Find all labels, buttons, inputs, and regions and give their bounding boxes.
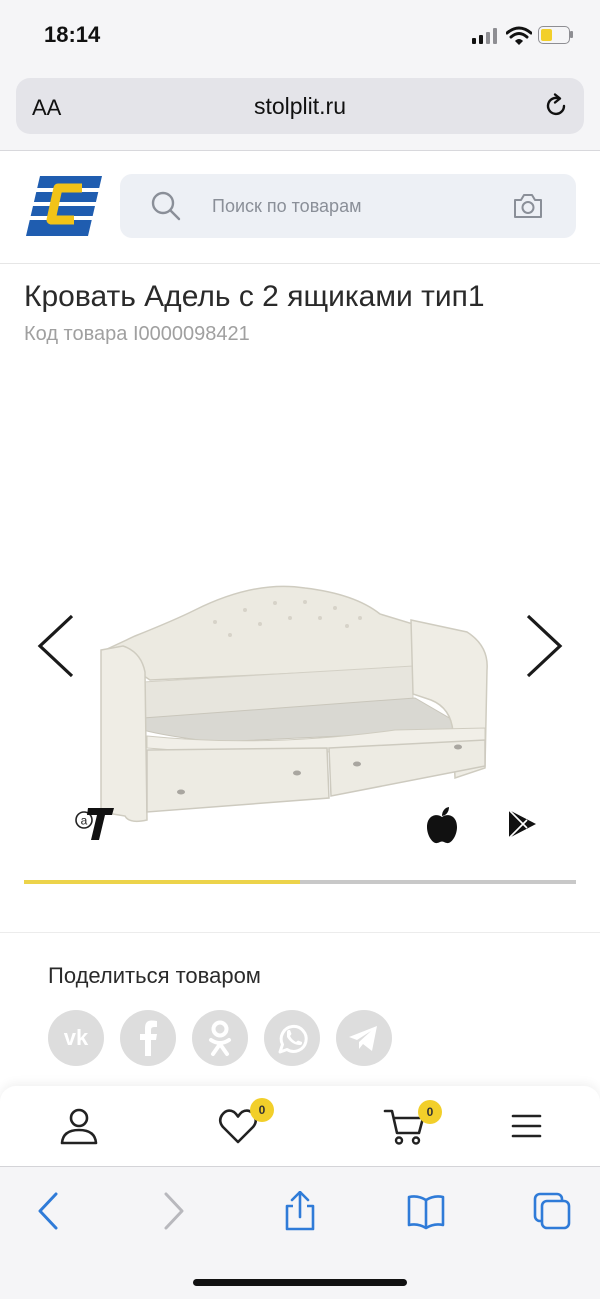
share-icon[interactable] xyxy=(280,1191,320,1231)
brand-logo-icon: a xyxy=(75,808,114,840)
stolplit-logo[interactable] xyxy=(24,174,102,238)
forward-icon[interactable] xyxy=(154,1191,194,1231)
cart-count-badge: 0 xyxy=(418,1100,442,1124)
svg-text:vk: vk xyxy=(64,1025,89,1050)
home-indicator xyxy=(193,1279,407,1286)
product-code: Код товара I0000098421 xyxy=(24,323,250,345)
telegram-icon xyxy=(349,1026,377,1051)
bottom-navigation: 0 0 xyxy=(0,1086,600,1166)
cellular-signal-icon xyxy=(472,28,498,44)
share-facebook-button[interactable] xyxy=(120,1010,176,1066)
share-odnoklassniki-button[interactable] xyxy=(192,1010,248,1066)
share-vk-button[interactable]: vk xyxy=(48,1010,104,1066)
product-title: Кровать Адель с 2 ящиками тип1 xyxy=(24,280,485,313)
share-whatsapp-button[interactable] xyxy=(264,1010,320,1066)
browser-toolbar xyxy=(0,1166,600,1299)
status-time: 18:14 xyxy=(44,22,101,47)
apple-icon[interactable] xyxy=(424,806,460,844)
share-title: Поделиться товаром xyxy=(48,963,261,988)
gallery-next-arrow-icon[interactable] xyxy=(524,614,564,678)
svg-text:a: a xyxy=(81,814,88,828)
address-bar[interactable]: AA stolplit.ru xyxy=(16,78,584,134)
battery-icon xyxy=(538,26,574,44)
gallery-prev-arrow-icon[interactable] xyxy=(36,614,76,678)
account-icon[interactable] xyxy=(57,1104,101,1148)
share-telegram-button[interactable] xyxy=(336,1010,392,1066)
gallery-progress-fill xyxy=(24,880,300,884)
product-image xyxy=(100,585,488,823)
back-icon[interactable] xyxy=(28,1191,68,1231)
facebook-icon xyxy=(140,1020,157,1056)
google-play-icon[interactable] xyxy=(506,808,538,840)
status-bar: 18:14 xyxy=(0,0,600,70)
search-bar[interactable]: Поиск по товарам xyxy=(120,174,576,238)
tabs-icon[interactable] xyxy=(532,1191,572,1231)
search-input[interactable]: Поиск по товарам xyxy=(212,196,361,217)
vk-icon: vk xyxy=(64,1025,89,1050)
reload-icon[interactable] xyxy=(542,92,570,120)
wifi-icon xyxy=(506,26,532,45)
whatsapp-icon xyxy=(278,1024,308,1054)
browser-address-area: AA stolplit.ru xyxy=(0,70,600,151)
odnoklassniki-icon xyxy=(209,1020,231,1056)
gallery-progress-bar xyxy=(24,880,576,884)
camera-icon[interactable] xyxy=(512,192,544,220)
section-divider xyxy=(0,932,600,933)
header-divider xyxy=(0,263,600,264)
bookmarks-icon[interactable] xyxy=(406,1191,446,1231)
menu-icon[interactable] xyxy=(504,1104,548,1148)
url-domain[interactable]: stolplit.ru xyxy=(16,93,584,120)
favorites-count-badge: 0 xyxy=(250,1098,274,1122)
search-icon xyxy=(151,191,181,221)
